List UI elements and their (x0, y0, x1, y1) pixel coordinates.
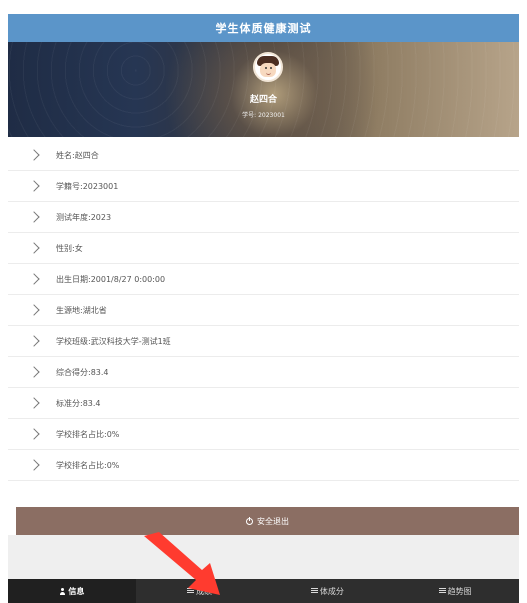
list-item-label: 姓名:赵四合 (56, 150, 99, 160)
nav-scores-tab[interactable]: 成绩 (136, 579, 264, 603)
bottom-navigation: 信息 成绩 体成分 趋势图 (8, 579, 519, 603)
chevron-right-icon (28, 428, 40, 440)
nav-info-tab[interactable]: 信息 (8, 579, 136, 603)
list-item-label: 性别:女 (56, 243, 83, 253)
chevron-right-icon (28, 335, 40, 347)
nav-trend-label: 趋势图 (447, 586, 472, 596)
list-item[interactable]: 生源地:湖北省 (8, 295, 519, 326)
list-item[interactable]: 出生日期:2001/8/27 0:00:00 (8, 264, 519, 295)
chevron-right-icon (28, 211, 40, 223)
list-item[interactable]: 性别:女 (8, 233, 519, 264)
list-item-label: 测试年度:2023 (56, 212, 112, 222)
logout-button[interactable]: 安全退出 (16, 507, 519, 535)
page-header: 学生体质健康测试 (8, 14, 519, 42)
chevron-right-icon (28, 459, 40, 471)
profile-name: 赵四合 (249, 95, 277, 105)
list-icon (310, 588, 318, 594)
content-spacer (8, 535, 519, 579)
nav-info-label: 信息 (68, 586, 85, 596)
list-item[interactable]: 学校排名占比:0% (8, 450, 519, 481)
list-item-label: 学籍号:2023001 (56, 181, 119, 191)
profile-student-id: 学号: 2023001 (242, 112, 285, 119)
list-icon (438, 588, 446, 594)
page-title: 学生体质健康测试 (215, 22, 312, 35)
profile-banner: 赵四合 学号: 2023001 (8, 42, 519, 137)
list-item-label: 综合得分:83.4 (56, 367, 109, 377)
power-icon (246, 516, 253, 525)
chevron-right-icon (28, 242, 40, 254)
student-info-list: 姓名:赵四合 学籍号:2023001 测试年度:2023 性别:女 出生日期:2… (8, 140, 519, 495)
list-item-label: 学校排名占比:0% (56, 460, 120, 470)
list-icon (187, 588, 195, 594)
list-item-label: 生源地:湖北省 (56, 305, 107, 315)
user-icon (59, 587, 66, 595)
list-item[interactable]: 学校排名占比:0% (8, 419, 519, 450)
list-item-label: 学校排名占比:0% (56, 429, 120, 439)
avatar-eye-right (270, 67, 272, 69)
avatar-eye-left (265, 67, 267, 69)
list-item[interactable]: 学校班级:武汉科技大学-测试1班 (8, 326, 519, 357)
list-item[interactable]: 姓名:赵四合 (8, 140, 519, 171)
chevron-right-icon (28, 149, 40, 161)
list-item-label: 标准分:83.4 (56, 398, 101, 408)
chevron-right-icon (28, 180, 40, 192)
list-item-label: 学校班级:武汉科技大学-测试1班 (56, 336, 171, 346)
list-item[interactable]: 标准分:83.4 (8, 388, 519, 419)
list-item[interactable]: 综合得分:83.4 (8, 357, 519, 388)
logout-label: 安全退出 (257, 516, 289, 526)
nav-body-composition-tab[interactable]: 体成分 (264, 579, 392, 603)
chevron-right-icon (28, 397, 40, 409)
list-item[interactable]: 测试年度:2023 (8, 202, 519, 233)
chevron-right-icon (28, 273, 40, 285)
list-item[interactable]: 学籍号:2023001 (8, 171, 519, 202)
chevron-right-icon (28, 304, 40, 316)
chevron-right-icon (28, 366, 40, 378)
list-item-label: 出生日期:2001/8/27 0:00:00 (56, 274, 166, 284)
nav-trend-tab[interactable]: 趋势图 (391, 579, 519, 603)
nav-scores-label: 成绩 (196, 586, 213, 596)
nav-body-composition-label: 体成分 (319, 586, 344, 596)
avatar (253, 52, 283, 82)
